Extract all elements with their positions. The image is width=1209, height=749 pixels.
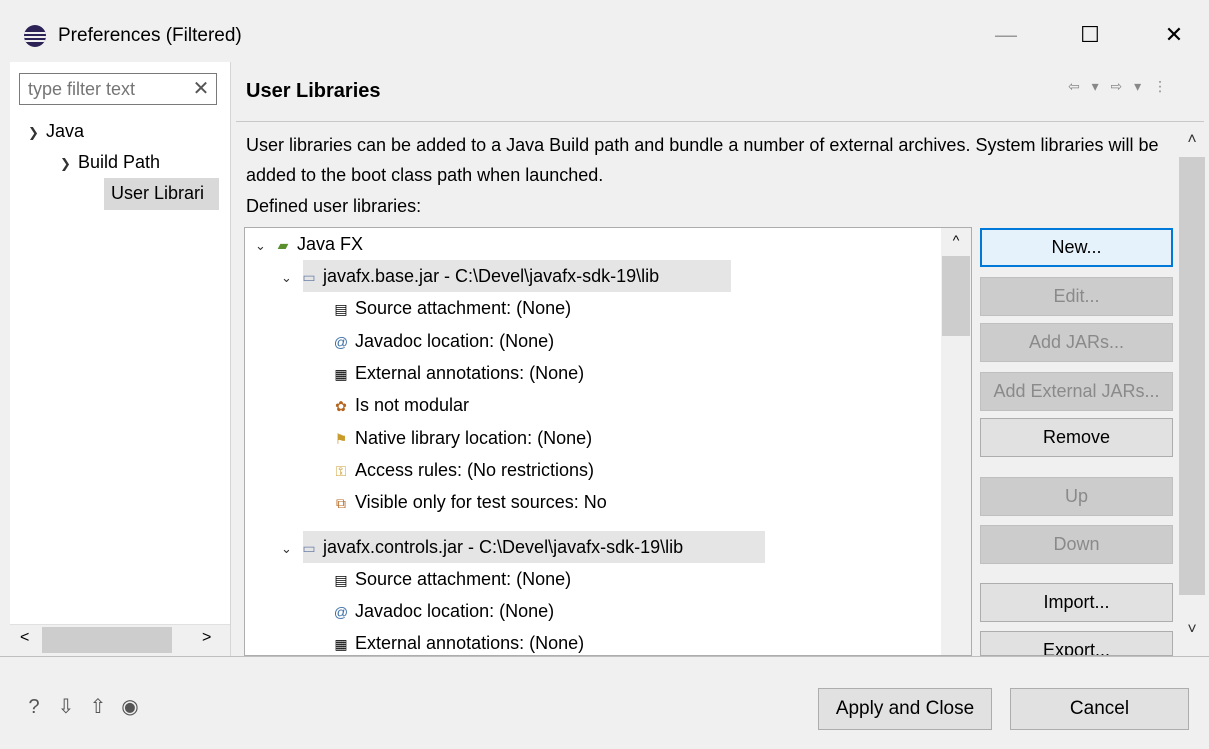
remove-button[interactable]: Remove — [980, 418, 1173, 457]
maximize-icon[interactable]: ☐ — [1072, 18, 1108, 52]
export-preferences-icon[interactable]: ⇧ — [86, 695, 110, 719]
jar-icon: ▭ — [302, 540, 316, 556]
window-title: Preferences (Filtered) — [58, 25, 242, 46]
record-icon[interactable]: ◉ — [118, 695, 142, 719]
chevron-down-icon[interactable]: ⌄ — [281, 533, 299, 565]
eclipse-logo-icon — [24, 25, 46, 47]
test-sources-icon: ⧉ — [336, 495, 346, 511]
tree-item-attribute[interactable]: ▦ External annotations: (None) — [331, 357, 584, 389]
new-button[interactable]: New... — [980, 228, 1173, 267]
modular-icon: ✿ — [335, 398, 347, 414]
minimize-icon[interactable]: — — [988, 18, 1024, 52]
tree-item-user-libraries[interactable]: User Librari — [111, 183, 204, 204]
access-rules-icon: ⚿ — [335, 463, 347, 479]
clear-filter-icon[interactable]: ✕ — [188, 75, 214, 103]
scroll-up-icon[interactable]: ^ — [941, 232, 971, 248]
cancel-button[interactable]: Cancel — [1010, 688, 1189, 730]
javadoc-icon: @ — [333, 604, 349, 620]
scroll-right-icon[interactable]: > — [202, 629, 211, 647]
divider — [236, 121, 1204, 122]
chevron-down-icon[interactable]: ❯ — [28, 125, 46, 141]
source-attachment-icon: ▤ — [334, 572, 348, 588]
tree-item-attribute[interactable]: ⚿ Access rules: (No restrictions) — [331, 454, 594, 486]
tree-item-java-fx[interactable]: ⌄ ▰ Java FX — [255, 228, 363, 260]
scroll-down-icon[interactable]: ˅ — [1177, 621, 1207, 639]
up-button[interactable]: Up — [980, 477, 1173, 516]
apply-and-close-button[interactable]: Apply and Close — [818, 688, 992, 730]
javadoc-icon: @ — [333, 334, 349, 350]
annotations-icon: ▦ — [334, 636, 348, 652]
tree-item-attribute[interactable]: ⚑ Native library location: (None) — [331, 422, 592, 454]
tree-item-attribute[interactable]: ⧉ Visible only for test sources: No — [331, 486, 607, 518]
tree-item-attribute[interactable]: ▦ External annotations: (None) — [331, 627, 584, 655]
page-description: User libraries can be added to a Java Bu… — [246, 135, 1159, 185]
scrollbar-thumb[interactable] — [42, 627, 172, 653]
jar-icon: ▭ — [302, 269, 316, 285]
left-horizontal-scrollbar[interactable]: < > — [10, 624, 230, 657]
edit-button[interactable]: Edit... — [980, 277, 1173, 316]
native-library-icon: ⚑ — [334, 431, 348, 447]
tree-item-jar[interactable]: ⌄ ▭ javafx.controls.jar - C:\Devel\javafx-… — [281, 531, 683, 563]
tree-item-jar[interactable]: ⌄ ▭ javafx.base.jar - C:\Devel\javafx-sdk-… — [281, 260, 659, 292]
scrollbar-thumb[interactable] — [942, 256, 970, 336]
chevron-down-icon[interactable]: ⌄ — [281, 262, 299, 294]
chevron-down-icon[interactable]: ⌄ — [255, 230, 273, 262]
annotations-icon: ▦ — [334, 366, 348, 382]
tree-item-attribute[interactable]: ▤ Source attachment: (None) — [331, 292, 571, 324]
tree-item-java[interactable]: ❯ Java — [28, 121, 84, 142]
scroll-left-icon[interactable]: < — [20, 629, 29, 647]
page-title: User Libraries — [246, 80, 381, 102]
help-icon[interactable]: ? — [22, 695, 46, 719]
tree-item-attribute[interactable]: @ Javadoc location: (None) — [331, 595, 554, 627]
tree-item-attribute[interactable]: ▤ Source attachment: (None) — [331, 563, 571, 595]
import-preferences-icon[interactable]: ⇩ — [54, 695, 78, 719]
tree-item-attribute[interactable]: @ Javadoc location: (None) — [331, 325, 554, 357]
add-jars-button[interactable]: Add JARs... — [980, 323, 1173, 362]
page-scrollbar[interactable]: ˄ ˅ — [1177, 127, 1207, 652]
library-icon: ▰ — [277, 237, 289, 253]
add-external-jars-button[interactable]: Add External JARs... — [980, 372, 1173, 411]
tree-item-attribute[interactable]: ✿ Is not modular — [331, 389, 469, 421]
defined-libraries-label: Defined user libraries: — [246, 196, 422, 216]
tree-item-build-path[interactable]: ❯ Build Path — [60, 152, 160, 173]
chevron-down-icon[interactable]: ❯ — [60, 156, 78, 172]
library-tree-scrollbar[interactable]: ^ — [941, 228, 971, 655]
scroll-up-icon[interactable]: ˄ — [1177, 131, 1207, 149]
close-icon[interactable]: ✕ — [1156, 18, 1192, 52]
navigation-arrows[interactable]: ⇦ ▾ ⇨ ▾ ⋮ — [1068, 78, 1171, 95]
user-libraries-tree[interactable]: ⌄ ▰ Java FX ⌄ ▭ javafx.base.jar - C:\Devel\j… — [244, 227, 972, 656]
scrollbar-thumb[interactable] — [1179, 157, 1205, 595]
source-attachment-icon: ▤ — [334, 301, 348, 317]
import-button[interactable]: Import... — [980, 583, 1173, 622]
down-button[interactable]: Down — [980, 525, 1173, 564]
export-button[interactable]: Export... — [980, 631, 1173, 656]
